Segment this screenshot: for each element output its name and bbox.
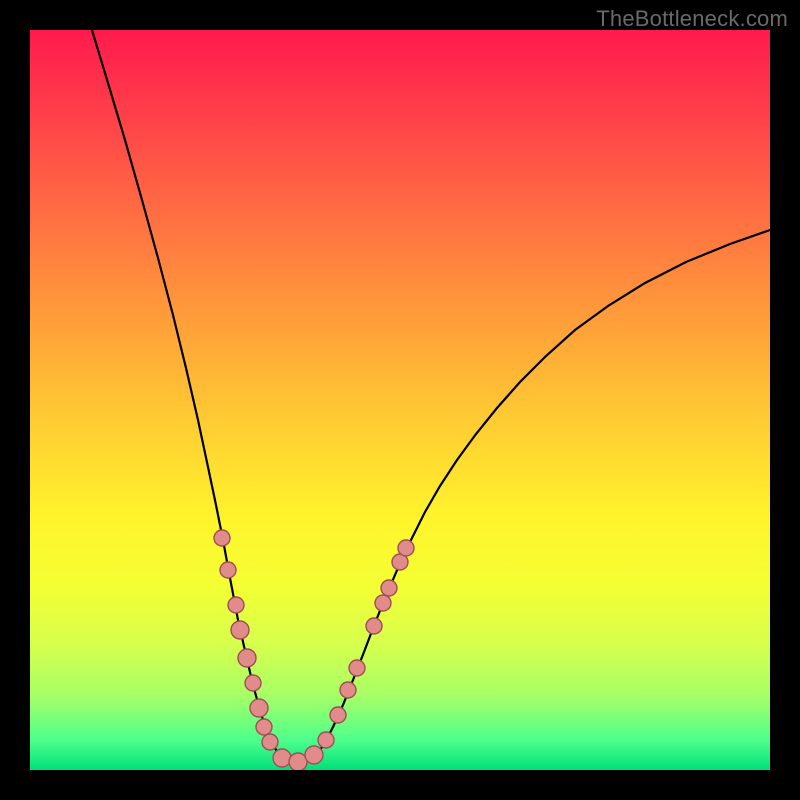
data-dot — [220, 562, 236, 578]
data-dot — [289, 753, 307, 770]
data-dot — [375, 595, 391, 611]
plot-area — [30, 30, 770, 770]
data-dot — [262, 734, 278, 750]
data-dot — [366, 618, 382, 634]
curve-right — [294, 230, 770, 765]
data-dot — [231, 621, 249, 639]
data-dot — [330, 707, 346, 723]
watermark-text: TheBottleneck.com — [596, 6, 788, 32]
data-dot — [305, 746, 323, 764]
data-dot — [250, 699, 268, 717]
curve-layer — [30, 30, 770, 770]
data-dot — [273, 749, 291, 767]
data-dot — [228, 597, 244, 613]
data-dot — [381, 580, 397, 596]
data-dot — [340, 682, 356, 698]
data-dot — [256, 719, 272, 735]
data-dot — [318, 732, 334, 748]
data-dot — [245, 675, 261, 691]
data-dots — [214, 530, 414, 770]
chart-frame: TheBottleneck.com — [0, 0, 800, 800]
data-dot — [349, 660, 365, 676]
curve-left — [92, 30, 294, 765]
data-dot — [214, 530, 230, 546]
data-dot — [238, 649, 256, 667]
data-dot — [398, 540, 414, 556]
